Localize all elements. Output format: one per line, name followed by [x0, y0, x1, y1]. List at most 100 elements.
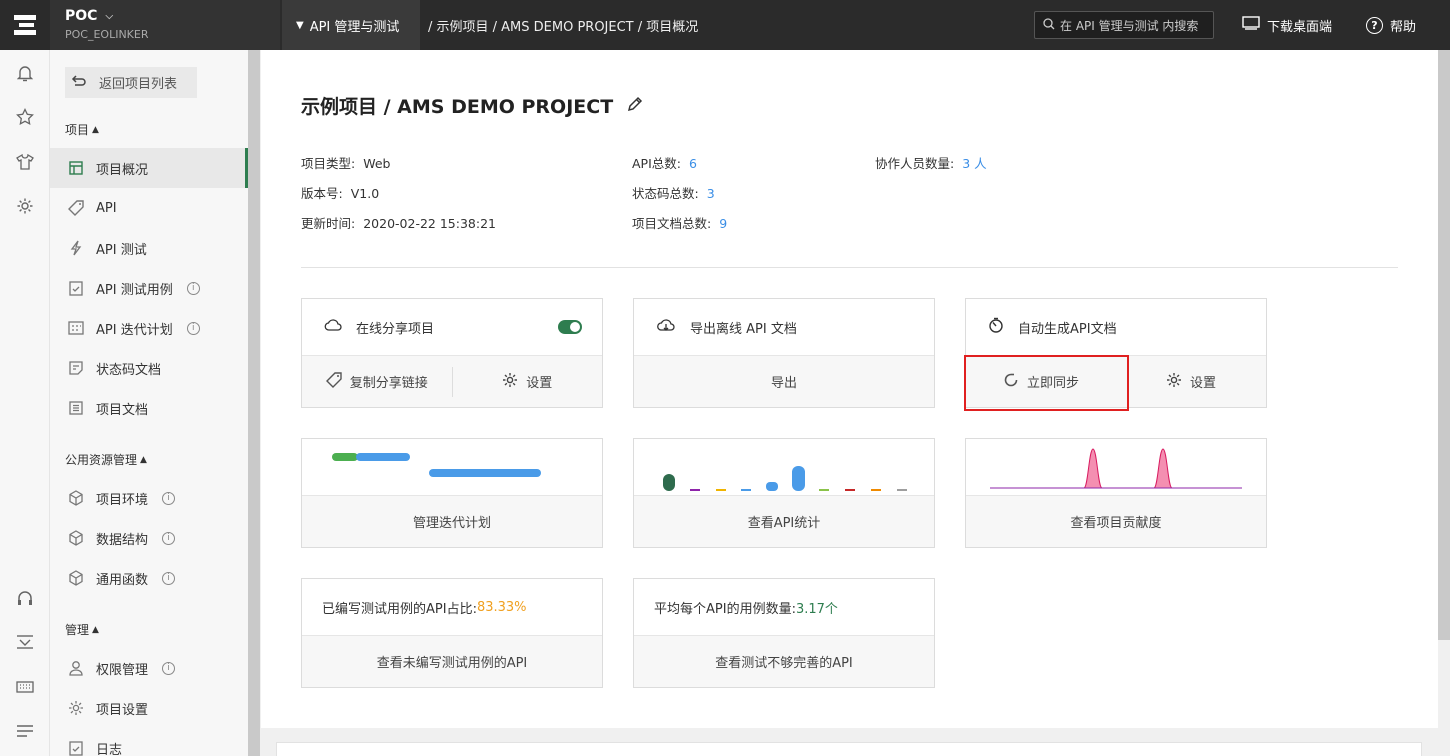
manage-iteration-button[interactable]: 管理迭代计划 [302, 496, 602, 547]
info-icon[interactable]: i [186, 321, 200, 335]
sidebar-item-logs[interactable]: 日志 [50, 728, 248, 756]
contribution-card: 查看项目贡献度 [965, 438, 1267, 548]
project-updated: 更新时间: 2020-02-22 15:38:21 [301, 216, 496, 231]
eolinker-logo[interactable] [0, 0, 50, 50]
sidebar-item-api-iteration[interactable]: API 迭代计划 i [50, 308, 248, 348]
info-icon[interactable]: i [162, 571, 176, 585]
untested-label: 查看未编写测试用例的API [376, 656, 528, 671]
export-docs-card: 导出离线 API 文档 导出 [633, 298, 935, 408]
project-sidebar: 返回项目列表 项目 ▲ 项目概况 API API 测试 API 测试用例 i AP… [50, 50, 248, 756]
module-switch-button[interactable]: ▼ API 管理与测试 [282, 0, 420, 50]
global-search-input[interactable]: 在 API 管理与测试 内搜索 [1034, 11, 1214, 39]
view-incomplete-apis-button[interactable]: 查看测试不够完善的API [634, 636, 934, 687]
copy-share-link-button[interactable]: 复制分享链接 [302, 356, 452, 407]
star-icon[interactable] [15, 107, 35, 127]
export-title: 导出离线 API 文档 [690, 321, 797, 337]
caret-up-icon: ▲ [92, 124, 99, 135]
help-label: 帮助 [1390, 19, 1417, 35]
api-stats-card: 查看API统计 [633, 438, 935, 548]
overview-icon [68, 160, 84, 176]
keyboard-icon[interactable] [15, 677, 35, 697]
project-title: 示例项目 / AMS DEMO PROJECT [301, 96, 614, 118]
sidebar-item-api[interactable]: API [50, 188, 248, 228]
shirt-icon[interactable] [15, 152, 35, 172]
tag-icon [68, 200, 84, 216]
coverage-label: 已编写测试用例的API占比: [322, 601, 477, 617]
calendar-icon [68, 320, 84, 336]
edit-pencil-icon[interactable] [627, 95, 643, 117]
info-icon[interactable]: i [162, 661, 176, 675]
module-label: API 管理与测试 [309, 19, 400, 35]
incomplete-label: 查看测试不够完善的API [715, 656, 853, 671]
iteration-gantt-preview [302, 439, 602, 496]
sidebar-item-environments[interactable]: 项目环境 i [50, 478, 248, 518]
view-untested-apis-button[interactable]: 查看未编写测试用例的API [302, 636, 602, 687]
download-desktop-button[interactable]: 下载桌面端 [1242, 0, 1332, 50]
download-tray-icon[interactable] [15, 632, 35, 652]
sidebar-item-label: 数据结构 [96, 532, 149, 548]
docs-total: 项目文档总数: 9 [632, 216, 728, 231]
share-settings-button[interactable]: 设置 [453, 356, 603, 407]
highlight-box [964, 355, 1129, 411]
sidebar-item-common-functions[interactable]: 通用函数 i [50, 558, 248, 598]
share-toggle[interactable] [558, 320, 582, 334]
chevron-down-icon: ▼ [296, 19, 304, 31]
search-placeholder: 在 API 管理与测试 内搜索 [1060, 18, 1199, 33]
sidebar-item-label: 权限管理 [96, 662, 149, 678]
return-arrow-icon [71, 74, 87, 91]
sidebar-item-permissions[interactable]: 权限管理 i [50, 648, 248, 688]
sidebar-item-data-structures[interactable]: 数据结构 i [50, 518, 248, 558]
back-to-projects-button[interactable]: 返回项目列表 [65, 67, 197, 98]
caret-up-icon: ▲ [140, 454, 147, 465]
cloud-download-icon [656, 318, 676, 336]
sidebar-scrollbar[interactable] [248, 50, 260, 756]
project-type: 项目类型: Web [301, 156, 391, 171]
project-selector[interactable]: POC ⌵ POC_EOLINKER [50, 0, 280, 50]
settings-label: 设置 [1189, 376, 1216, 391]
help-button[interactable]: ? 帮助 [1366, 0, 1416, 50]
gear-icon[interactable] [15, 196, 35, 216]
section-public-toggle[interactable]: 公用资源管理 ▲ [65, 451, 147, 468]
sidebar-item-label: 状态码文档 [96, 362, 162, 378]
info-icon[interactable]: i [162, 531, 176, 545]
bell-icon[interactable] [15, 63, 35, 83]
api-stats-preview [634, 439, 934, 496]
project-name: POC [65, 8, 98, 24]
avg-cases-card: 平均每个API的用例数量: 3.17个 查看测试不够完善的API [633, 578, 935, 688]
headset-icon[interactable] [15, 588, 35, 608]
info-icon[interactable]: i [162, 491, 176, 505]
section-project-toggle[interactable]: 项目 ▲ [65, 121, 99, 138]
autogen-settings-button[interactable]: 设置 [1116, 356, 1266, 407]
export-button[interactable]: 导出 [634, 356, 934, 407]
view-api-stats-button[interactable]: 查看API统计 [634, 496, 934, 547]
section-manage-toggle[interactable]: 管理 ▲ [65, 621, 99, 638]
view-contribution-button[interactable]: 查看项目贡献度 [966, 496, 1266, 547]
chevron-down-icon: ⌵ [105, 10, 114, 22]
divider [301, 267, 1398, 268]
settings-label: 设置 [526, 376, 553, 391]
tag-icon [325, 371, 342, 392]
sidebar-item-project-docs[interactable]: 项目文档 [50, 388, 248, 428]
cloud-icon [324, 319, 342, 335]
cube-icon [68, 490, 84, 506]
sidebar-item-api-test-cases[interactable]: API 测试用例 i [50, 268, 248, 308]
sidebar-item-api-test[interactable]: API 测试 [50, 228, 248, 268]
share-project-card: 在线分享项目 复制分享链接 设置 [301, 298, 603, 408]
back-label: 返回项目列表 [99, 77, 178, 92]
sidebar-item-overview[interactable]: 项目概况 [50, 148, 248, 188]
api-total: API总数: 6 [632, 156, 697, 171]
sidebar-item-label: 项目环境 [96, 492, 149, 508]
status-code-total: 状态码总数: 3 [632, 186, 715, 201]
project-version: 版本号: V1.0 [301, 186, 380, 201]
sidebar-item-project-settings[interactable]: 项目设置 [50, 688, 248, 728]
main-scrollbar[interactable] [1438, 50, 1450, 640]
section-label: 管理 [65, 623, 90, 637]
sidebar-item-label: 日志 [96, 742, 123, 756]
breadcrumb[interactable]: / 示例项目 / AMS DEMO PROJECT / 项目概况 [428, 0, 698, 50]
section-label: 项目 [65, 123, 90, 137]
monitor-icon [1242, 16, 1260, 34]
info-icon[interactable]: i [186, 281, 200, 295]
sidebar-item-status-codes[interactable]: 状态码文档 [50, 348, 248, 388]
menu-icon[interactable] [15, 721, 35, 741]
lightning-icon [68, 240, 84, 256]
